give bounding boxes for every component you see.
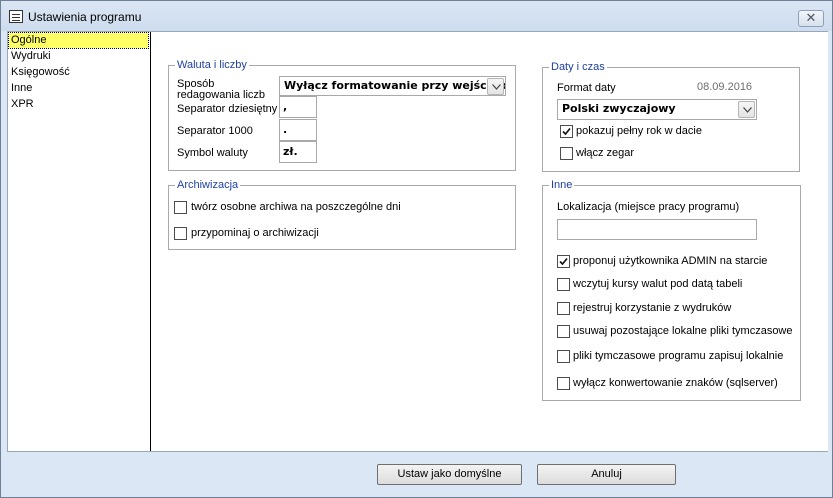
checkmark-icon [559, 257, 568, 266]
disable-char-conversion-checkbox[interactable] [557, 377, 570, 390]
settings-app-icon [9, 10, 23, 23]
chevron-down-icon[interactable] [738, 101, 755, 118]
archive-group-title: Archiwizacja [175, 179, 241, 191]
category-item-ksiegowosc[interactable]: Księgowość [9, 65, 148, 80]
category-item-xpr[interactable]: XPR [9, 97, 148, 112]
archive-reminder-label: przypominaj o archiwizacji [191, 227, 319, 239]
date-preview: 08.09.2016 [697, 81, 753, 93]
local-temp-files-checkbox[interactable] [557, 350, 570, 363]
print-logging-label: rejestruj korzystanie z wydruków [573, 302, 732, 314]
archive-reminder-checkbox[interactable] [174, 227, 187, 240]
clock-checkbox[interactable] [560, 147, 573, 160]
close-button[interactable]: ✕ [798, 10, 824, 27]
archive-group: Archiwizacja twórz osobne archiwa na pos… [168, 179, 516, 250]
cancel-button[interactable]: Anuluj [537, 464, 676, 485]
currency-symbol-label: Symbol waluty [177, 147, 248, 159]
separate-archives-checkbox[interactable] [174, 201, 187, 214]
date-format-select[interactable]: Polski zwyczajowy [557, 99, 757, 120]
edit-mode-select[interactable]: Wyłącz formatowanie przy wejściu do [279, 76, 506, 96]
edit-mode-label: Sposób redagowania liczb [177, 78, 266, 101]
disable-char-conversion-label: wyłącz konwertowanie znaków (sqlserver) [573, 377, 778, 389]
thousand-separator-input[interactable]: . [279, 119, 317, 141]
category-list[interactable]: Ogólne Wydruki Księgowość Inne XPR [8, 32, 151, 451]
dialog-footer: Ustaw jako domyślne Anuluj [1, 452, 832, 497]
print-logging-checkbox[interactable] [557, 302, 570, 315]
set-default-button[interactable]: Ustaw jako domyślne [377, 464, 522, 485]
admin-user-label: proponuj użytkownika ADMIN na starcie [573, 255, 768, 267]
other-group-title: Inne [549, 179, 575, 191]
category-item-inne[interactable]: Inne [9, 81, 148, 96]
dialog-client-area: Ogólne Wydruki Księgowość Inne XPR Walut… [7, 31, 828, 452]
full-year-checkbox[interactable] [560, 125, 573, 138]
title-bar[interactable]: Ustawienia programu ✕ [1, 1, 832, 31]
datetime-group-title: Daty i czas [549, 61, 607, 73]
thousand-separator-label: Separator 1000 [177, 125, 253, 137]
date-format-value: Polski zwyczajowy [562, 102, 676, 115]
window-title: Ustawienia programu [28, 10, 142, 24]
currency-group-title: Waluta i liczby [175, 59, 249, 71]
location-label: Lokalizacja (miejsce pracy programu) [557, 201, 740, 213]
currency-group: Waluta i liczby Sposób redagowania liczb… [168, 59, 516, 171]
full-year-label: pokazuj pełny rok w dacie [576, 125, 702, 137]
edit-mode-value: Wyłącz formatowanie przy wejściu do [284, 79, 506, 92]
settings-content: Waluta i liczby Sposób redagowania liczb… [152, 32, 828, 451]
remove-temp-files-checkbox[interactable] [557, 325, 570, 338]
location-input[interactable] [557, 219, 757, 240]
clock-label: włącz zegar [576, 147, 635, 159]
category-item-ogolne[interactable]: Ogólne [8, 32, 149, 49]
settings-window: Ustawienia programu ✕ Ogólne Wydruki Ksi… [0, 0, 833, 498]
category-item-wydruki[interactable]: Wydruki [9, 49, 148, 64]
decimal-separator-input[interactable]: , [279, 96, 317, 118]
admin-user-checkbox[interactable] [557, 255, 570, 268]
exchange-rates-checkbox[interactable] [557, 278, 570, 291]
other-group: Inne Lokalizacja (miejsce pracy programu… [542, 179, 801, 401]
exchange-rates-label: wczytuj kursy walut pod datą tabeli [573, 278, 743, 290]
chevron-down-icon[interactable] [487, 78, 504, 95]
currency-symbol-input[interactable]: zł. [279, 141, 317, 163]
separate-archives-label: twórz osobne archiwa na poszczególne dni [191, 201, 401, 213]
date-format-label: Format daty [557, 82, 616, 94]
datetime-group: Daty i czas Format daty 08.09.2016 Polsk… [542, 61, 800, 172]
local-temp-files-label: pliki tymczasowe programu zapisuj lokaln… [573, 350, 784, 362]
checkmark-icon [562, 127, 571, 136]
remove-temp-files-label: usuwaj pozostające lokalne pliki tymczas… [573, 325, 793, 337]
decimal-separator-label: Separator dziesiętny [177, 103, 278, 115]
